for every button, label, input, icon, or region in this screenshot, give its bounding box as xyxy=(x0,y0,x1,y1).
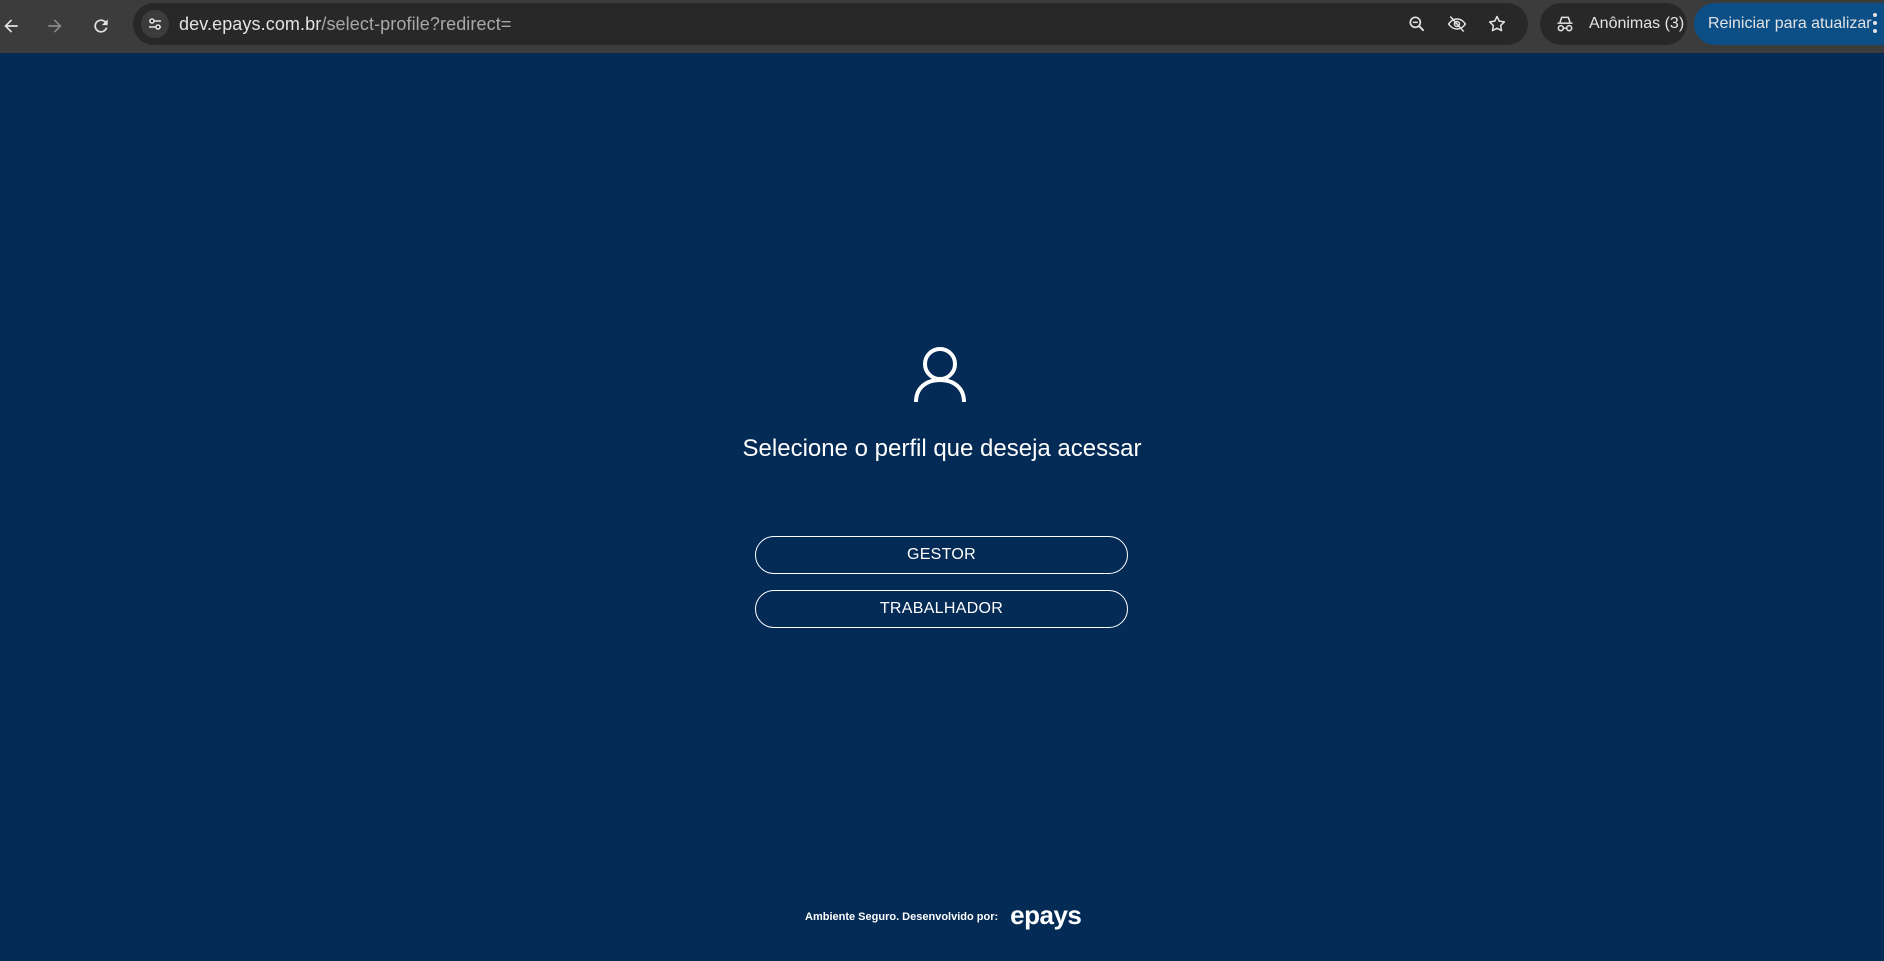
update-label: Reiniciar para atualizar xyxy=(1708,15,1872,32)
profile-trabalhador-button[interactable]: TRABALHADOR xyxy=(755,590,1128,628)
url-host: dev.epays.com.br xyxy=(179,14,322,34)
restart-to-update-button[interactable]: Reiniciar para atualizar xyxy=(1694,3,1884,45)
site-info-icon xyxy=(149,18,161,30)
address-bar[interactable]: dev.epays.com.br/select-profile?redirect… xyxy=(133,3,1528,45)
back-button[interactable] xyxy=(0,9,28,43)
reload-button[interactable] xyxy=(84,9,118,43)
reload-icon xyxy=(94,19,108,33)
forward-button[interactable] xyxy=(38,9,72,43)
incognito-icon xyxy=(1557,16,1573,32)
star-icon xyxy=(1488,15,1506,32)
incognito-button[interactable]: Anônimas (3) xyxy=(1540,3,1687,45)
eye-off-icon xyxy=(1447,16,1467,32)
url-text[interactable]: dev.epays.com.br/select-profile?redirect… xyxy=(179,14,511,35)
footer: Ambiente Seguro. Desenvolvido por: epays xyxy=(805,899,1082,932)
site-info-button[interactable] xyxy=(141,10,169,38)
footer-text: Ambiente Seguro. Desenvolvido por: xyxy=(805,911,999,923)
incognito-label: Anônimas (3) xyxy=(1589,15,1685,32)
bookmark-button[interactable] xyxy=(1485,12,1509,36)
zoom-button[interactable] xyxy=(1405,12,1429,36)
user-icon xyxy=(914,347,966,403)
tracking-protection-button[interactable] xyxy=(1445,12,1469,36)
menu-icon[interactable] xyxy=(1872,13,1878,33)
forward-icon xyxy=(48,19,62,33)
profile-gestor-button[interactable]: GESTOR xyxy=(755,536,1128,574)
page-title: Selecione o perfil que deseja acessar xyxy=(742,435,1142,462)
browser-toolbar: dev.epays.com.br/select-profile?redirect… xyxy=(0,0,1884,53)
epays-logo: epays xyxy=(1010,899,1082,930)
zoom-icon xyxy=(1409,16,1425,32)
url-path: /select-profile?redirect= xyxy=(321,14,512,34)
back-icon xyxy=(4,19,18,33)
